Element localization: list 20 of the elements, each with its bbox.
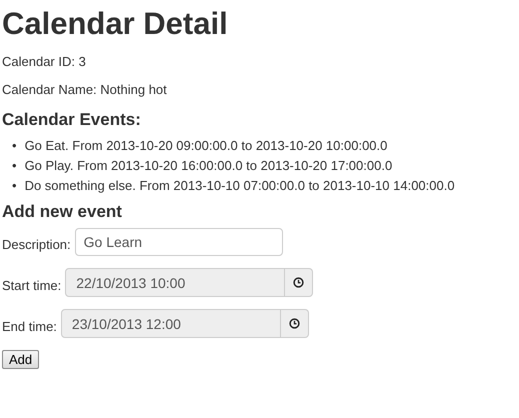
bullet: • xyxy=(12,137,17,155)
field-label: End time: xyxy=(2,319,57,336)
clock-button[interactable] xyxy=(280,309,309,338)
event-item: Go Play. From 2013-10-20 16:00:00.0 to 2013-10-20 17:00:00.0 xyxy=(24,157,392,175)
calendar-name: Calendar Name: Nothing hot xyxy=(2,82,168,97)
bullet: • xyxy=(12,177,17,195)
events-heading: Calendar Events: xyxy=(2,110,142,130)
event-item: Go Eat. From 2013-10-20 09:00:00.0 to 2013-10-20 10:00:00.0 xyxy=(24,137,388,155)
event-item: Do something else. From 2013-10-10 07:00:00.0 to 2013-10-10 14:00:00.0 xyxy=(24,177,455,195)
page-title: Calendar Detail xyxy=(2,6,229,42)
add-button[interactable]: Add xyxy=(2,350,40,369)
clock-icon xyxy=(288,318,300,329)
description-field[interactable]: Go Learn xyxy=(74,228,283,256)
form-heading: Add new event xyxy=(2,202,123,222)
field-label: Start time: xyxy=(2,278,62,295)
clock-button[interactable] xyxy=(285,268,314,297)
field-label: Description: xyxy=(2,237,71,254)
bullet: • xyxy=(12,157,17,175)
calendar-id: Calendar ID: 3 xyxy=(2,54,87,69)
clock-icon xyxy=(293,277,304,288)
